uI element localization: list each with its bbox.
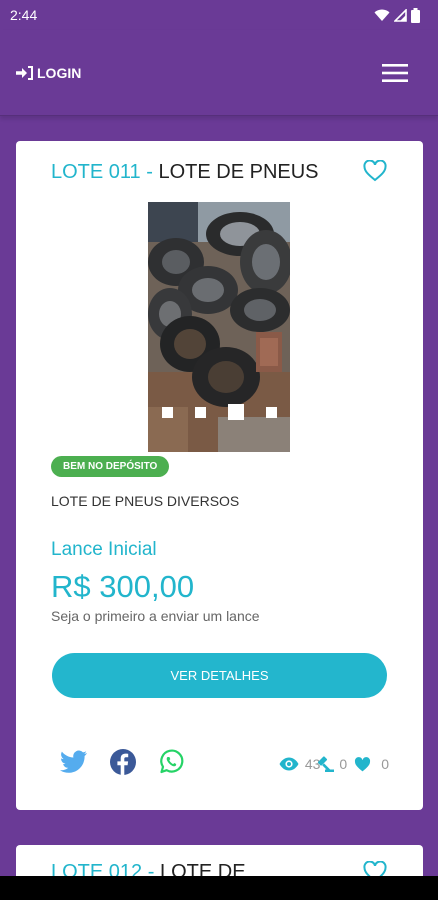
app-header: LOGIN	[0, 30, 438, 116]
battery-icon	[411, 7, 420, 23]
gavel-icon	[318, 756, 335, 772]
sign-in-icon	[16, 65, 33, 80]
lot-description: LOTE DE PNEUS DIVERSOS	[51, 493, 240, 509]
hamburger-menu-icon[interactable]	[382, 63, 408, 82]
eye-icon	[279, 757, 299, 771]
signal-icon	[394, 8, 407, 22]
bid-hint: Seja o primeiro a enviar um lance	[51, 608, 260, 624]
lot-number: LOTE 011	[51, 161, 141, 183]
carousel-dot[interactable]	[265, 406, 277, 418]
lot-name: LOTE DE PNEUS	[158, 161, 319, 183]
login-label: LOGIN	[37, 64, 82, 81]
heart-outline-icon[interactable]	[363, 160, 387, 182]
login-button[interactable]: LOGIN	[16, 65, 81, 81]
bid-value: R$ 300,00	[51, 569, 195, 604]
lot-photo[interactable]	[148, 202, 290, 452]
bids-count: 0	[339, 756, 348, 772]
status-bar: 2:44	[0, 0, 438, 30]
facebook-icon[interactable]	[110, 749, 136, 775]
carousel-dots	[148, 404, 290, 420]
lot-title-separator: -	[140, 161, 159, 183]
likes-count: 0	[381, 756, 389, 772]
share-row	[60, 749, 184, 775]
heart-filled-icon	[355, 756, 371, 771]
wifi-icon	[374, 9, 390, 21]
carousel-dot[interactable]	[161, 406, 173, 418]
twitter-icon[interactable]	[60, 750, 88, 774]
carousel-dot[interactable]	[194, 406, 206, 418]
status-time: 2:44	[10, 7, 38, 23]
status-badge: BEM NO DEPÓSITO	[51, 456, 170, 477]
bid-label: Lance Inicial	[51, 539, 157, 560]
lot-title[interactable]: LOTE 011 - LOTE DE PNEUS	[51, 161, 319, 184]
system-navigation-bar	[0, 876, 438, 900]
carousel-dot-active[interactable]	[227, 404, 244, 420]
status-icons	[374, 7, 420, 23]
lot-stats: 43 0 0	[279, 755, 389, 773]
lot-card[interactable]: LOTE 011 - LOTE DE PNEUS BEM NO DEPÓSITO…	[16, 141, 423, 810]
whatsapp-icon[interactable]	[158, 749, 184, 775]
details-button[interactable]: VER DETALHES	[52, 653, 387, 698]
